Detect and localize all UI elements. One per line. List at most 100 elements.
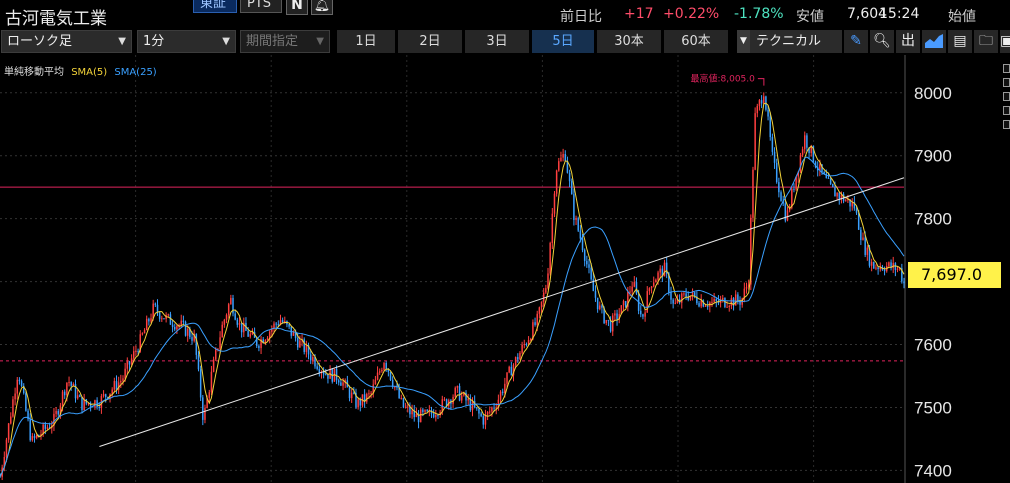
- candle-body: [174, 327, 176, 330]
- candle-body: [568, 172, 571, 182]
- candle-body: [737, 294, 739, 301]
- tab-pts[interactable]: PTS: [240, 0, 282, 13]
- candle-body: [564, 154, 567, 161]
- scale-control[interactable]: [1003, 92, 1010, 101]
- candle-body: [366, 393, 368, 402]
- candle-body: [234, 313, 236, 320]
- candle-body: [20, 381, 23, 386]
- candle-body: [208, 392, 211, 398]
- candle-body: [76, 395, 79, 399]
- candle-body: [903, 281, 905, 284]
- candle-body: [432, 413, 435, 418]
- candle-body: [454, 387, 456, 397]
- candle-body: [374, 379, 377, 385]
- candle-body: [385, 362, 387, 369]
- candle-body: [870, 261, 873, 266]
- technical-menu[interactable]: ▼ テクニカル: [737, 30, 842, 53]
- tab-tse[interactable]: 東証: [193, 0, 237, 13]
- price-chart[interactable]: 8000790078007700760075007400 最高値:8,005.0…: [0, 55, 1010, 483]
- candle-body: [124, 368, 126, 379]
- y-tick-label: 7600: [914, 336, 952, 355]
- period-5d[interactable]: 5日: [532, 30, 594, 53]
- alert-bell-icon[interactable]: 🔔︎: [311, 0, 333, 15]
- candle-body: [482, 416, 485, 425]
- candle-body: [827, 177, 830, 179]
- pencil-icon[interactable]: ✎: [844, 30, 868, 53]
- candle-body: [480, 413, 482, 417]
- candle-body: [404, 406, 407, 408]
- candle-body: [63, 391, 66, 396]
- scale-control[interactable]: [1003, 120, 1010, 129]
- output-icon[interactable]: 出: [896, 30, 920, 53]
- candle-body: [801, 149, 804, 156]
- legend-sma5: SMA(5): [71, 67, 108, 78]
- candle-body: [184, 321, 187, 336]
- chart-canvas[interactable]: 8000790078007700760075007400 最高値:8,005.0: [0, 55, 1010, 483]
- interval-select[interactable]: 1分 ▼: [137, 30, 236, 53]
- save-icon[interactable]: ▤: [948, 30, 972, 53]
- scale-control[interactable]: [1003, 64, 1010, 73]
- candle-body: [437, 415, 439, 417]
- period-3d[interactable]: 3日: [465, 30, 529, 53]
- period-30[interactable]: 30本: [597, 30, 661, 53]
- candle-body: [148, 318, 150, 322]
- news-icon[interactable]: N: [286, 0, 308, 15]
- candle-body: [698, 303, 700, 307]
- candle-body: [657, 272, 659, 280]
- y-tick-label: 7800: [914, 210, 952, 229]
- scale-control[interactable]: [1003, 106, 1010, 115]
- folder-icon[interactable]: 🗀︎: [974, 30, 998, 53]
- quote-header: 古河電気工業 東証 PTS N 🔔︎ 前日比 +17 +0.22% -1.78%…: [0, 0, 1010, 29]
- candle-body: [722, 297, 724, 300]
- candle-body: [704, 305, 707, 307]
- low-percent: -1.78%: [734, 6, 784, 22]
- zoom-icon[interactable]: 🔍︎: [870, 30, 894, 53]
- candle-body: [670, 292, 672, 300]
- area-chart-icon[interactable]: [922, 30, 946, 53]
- candle-body: [204, 407, 206, 420]
- candle-body: [115, 381, 118, 390]
- candle-body: [586, 260, 588, 265]
- candle-body: [553, 193, 556, 214]
- change-value: +17: [624, 6, 654, 22]
- range-label: 期間指定: [246, 34, 299, 49]
- candle-body: [266, 338, 269, 341]
- candle-body: [866, 247, 869, 255]
- candle-body: [873, 261, 875, 269]
- candle-body: [836, 192, 838, 197]
- candle-body: [860, 229, 862, 241]
- candle-body: [756, 106, 759, 114]
- candle-body: [210, 371, 213, 393]
- candle-body: [493, 407, 495, 409]
- candle-body: [583, 250, 586, 261]
- candle-body: [212, 359, 215, 372]
- candle-body: [570, 181, 573, 195]
- candle-body: [424, 409, 426, 412]
- candle-body: [685, 293, 687, 297]
- candle-body: [370, 392, 372, 394]
- scale-control[interactable]: [1003, 78, 1010, 87]
- chevron-down-icon: ▼: [316, 36, 324, 47]
- range-select[interactable]: 期間指定 ▼: [240, 30, 330, 53]
- candle-body: [104, 394, 107, 398]
- period-60[interactable]: 60本: [664, 30, 728, 53]
- candle-body: [514, 357, 517, 366]
- candle-body: [389, 372, 392, 380]
- candle-body: [120, 380, 122, 383]
- camera-icon[interactable]: ▣: [1000, 30, 1010, 53]
- period-2d[interactable]: 2日: [398, 30, 462, 53]
- candle-body: [877, 267, 879, 270]
- candle-body: [327, 374, 329, 379]
- chart-type-select[interactable]: ローソク足 ▼: [1, 30, 132, 53]
- candle-body: [635, 282, 638, 294]
- candle-body: [834, 187, 836, 197]
- y-tick-label: 8000: [914, 84, 952, 103]
- period-1d[interactable]: 1日: [337, 30, 395, 53]
- candle-body: [150, 318, 152, 322]
- candle-body: [540, 301, 543, 308]
- candle-body: [141, 333, 144, 335]
- candle-body: [611, 315, 614, 332]
- candle-body: [230, 297, 232, 305]
- candle-body: [5, 439, 8, 458]
- candle-body: [547, 273, 549, 289]
